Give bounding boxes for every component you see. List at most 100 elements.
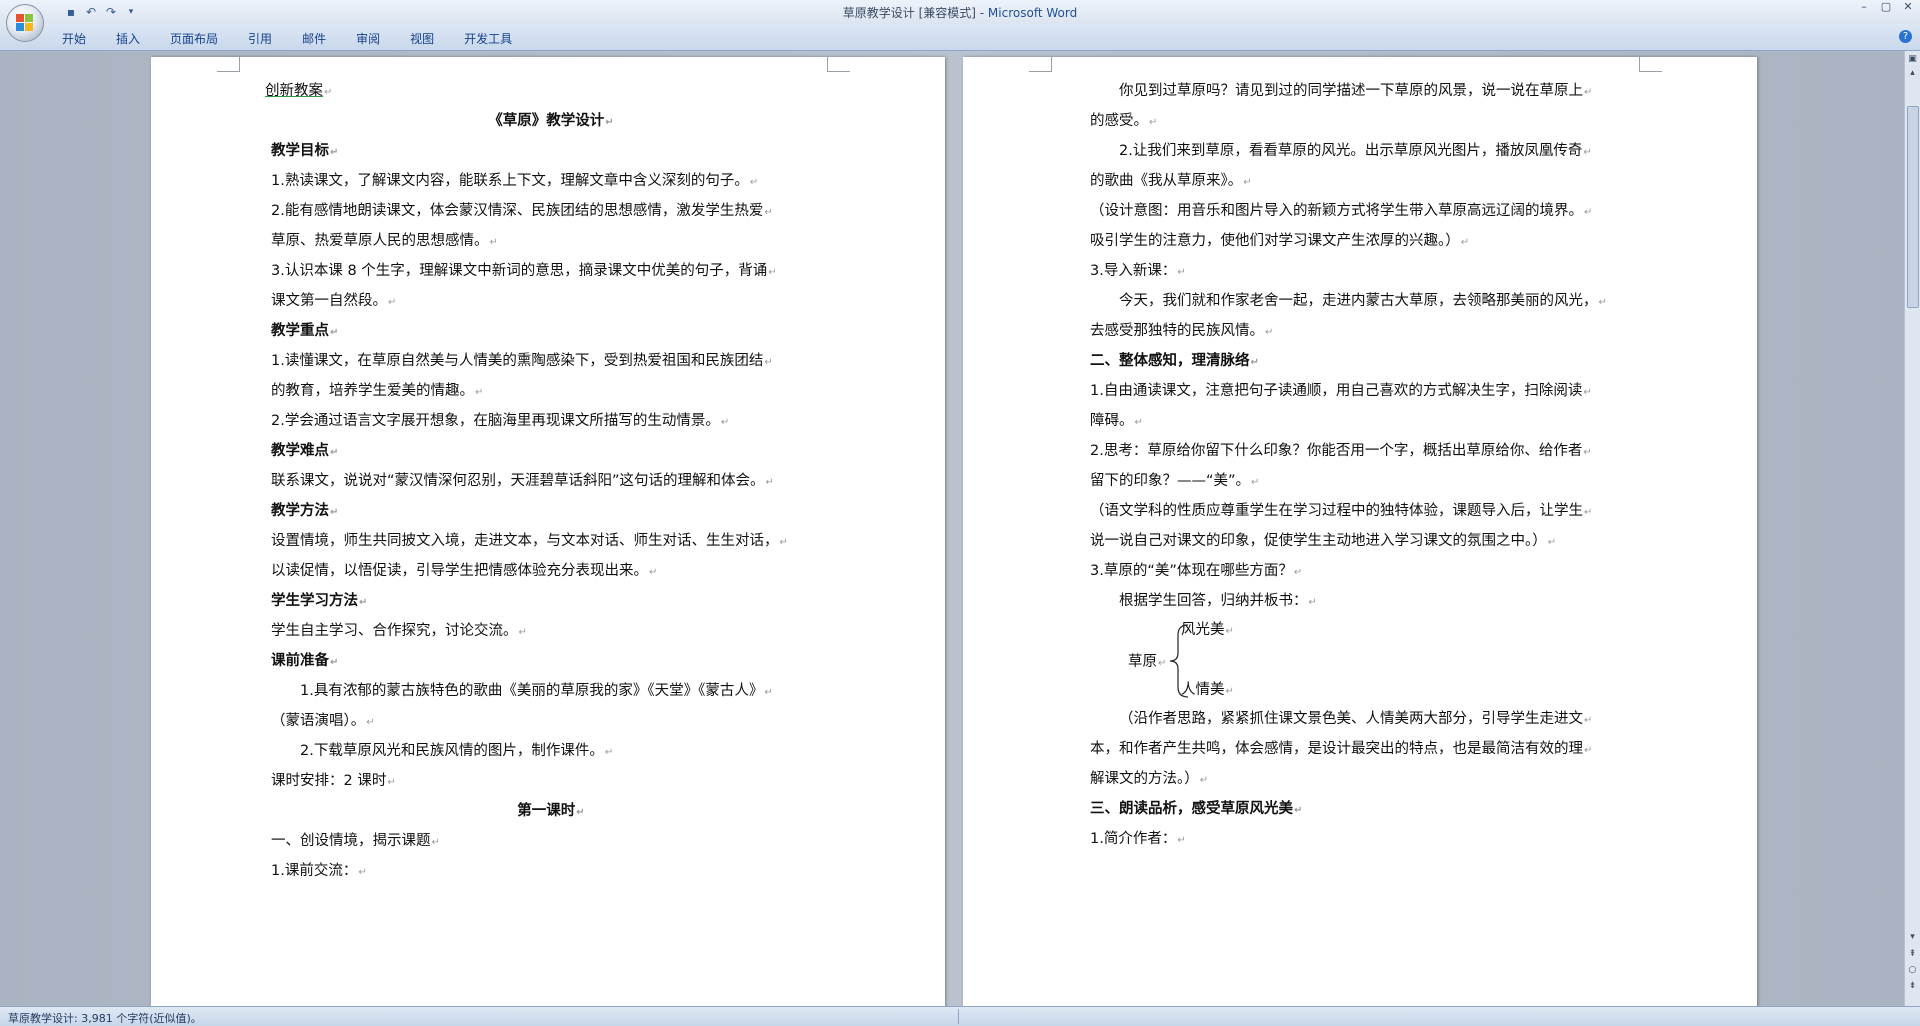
page-right[interactable]: 你见到过草原吗？请见到过的同学描述一下草原的风景，说一说在草原上↵ 的感受。↵ 2.…: [963, 57, 1757, 1006]
paragraph-mark-icon: ↵: [1583, 447, 1592, 458]
paragraph-line: 课前准备↵: [271, 647, 831, 677]
app-name: Microsoft Word: [987, 6, 1078, 20]
line-text: 吸引学生的注意力，使他们对学习课文产生浓厚的兴趣。）: [1090, 233, 1460, 249]
paragraph-mark-icon: ↵: [768, 267, 777, 278]
vertical-scrollbar[interactable]: ▣ ▴ ▾ ⇞ ○ ⇟: [1904, 51, 1920, 1006]
browse-object-icon[interactable]: ○: [1906, 964, 1919, 977]
document-title: 草原教学设计 [兼容模式] -: [842, 6, 988, 20]
paragraph-mark-icon: ↵: [518, 627, 527, 638]
margin-corner-mark: [1639, 57, 1662, 72]
paragraph-mark-icon: ↵: [1584, 507, 1593, 518]
minimize-button[interactable]: –: [1856, 0, 1872, 14]
line-text: 3.草原的“美”体现在哪些方面？: [1090, 563, 1293, 579]
line-text: 教学目标: [271, 143, 329, 159]
paragraph-line: 说一说自己对课文的印象，促使学生主动地进入学习课文的氛围之中。）↵: [1090, 527, 1640, 557]
paragraph-mark-icon: ↵: [330, 147, 339, 158]
paragraph-line: 教学难点↵: [271, 437, 831, 467]
scroll-up-icon[interactable]: ▴: [1906, 67, 1919, 80]
paragraph-mark-icon: ↵: [1177, 267, 1186, 278]
line-text: 学生学习方法: [271, 593, 358, 609]
line-text: 教学难点: [271, 443, 329, 459]
paragraph-line: 解课文的方法。）↵: [1090, 765, 1640, 795]
paragraph-line: 2.让我们来到草原，看看草原的风光。出示草原风光图片，播放凤凰传奇↵: [1090, 137, 1640, 167]
paragraph-mark-icon: ↵: [1251, 477, 1260, 488]
page-left[interactable]: 创新教案↵ 《草原》教学设计↵ 教学目标↵ 1.熟读课文，了解课文内容，能联系上下文，…: [151, 57, 945, 1006]
line-text: 根据学生回答，归纳并板书：: [1119, 593, 1308, 609]
paragraph-line: 教学目标↵: [271, 137, 831, 167]
line-text: 1.熟读课文，了解课文内容，能联系上下文，理解文章中含义深刻的句子。: [271, 173, 749, 189]
paragraph-mark-icon: ↵: [366, 717, 375, 728]
line-text: 1.读懂课文，在草原自然美与人情美的熏陶感染下，受到热爱祖国和民族团结: [271, 353, 764, 369]
tab-insert[interactable]: 插入: [104, 28, 152, 49]
tab-home[interactable]: 开始: [50, 28, 98, 49]
maximize-button[interactable]: ▢: [1878, 0, 1894, 14]
paragraph-line: 1.读懂课文，在草原自然美与人情美的熏陶感染下，受到热爱祖国和民族团结↵: [271, 347, 831, 377]
office-logo-icon: [16, 14, 34, 32]
paragraph-line: 2.思考：草原给你留下什么印象？你能否用一个字，概括出草原给你、给作者↵: [1090, 437, 1640, 467]
close-button[interactable]: ✕: [1900, 0, 1916, 14]
paragraph-mark-icon: ↵: [330, 447, 339, 458]
brace-diagram: 草原↵ 风光美↵ 人情美↵: [1090, 617, 1640, 705]
paragraph-line: 1.课前交流：↵: [271, 857, 831, 887]
paragraph-line: 三、朗读品析，感受草原风光美↵: [1090, 795, 1640, 825]
margin-corner-mark: [1029, 57, 1052, 72]
margin-corner-mark: [217, 57, 240, 72]
document-area[interactable]: 创新教案↵ 《草原》教学设计↵ 教学目标↵ 1.熟读课文，了解课文内容，能联系上下文，…: [0, 51, 1905, 1006]
paragraph-mark-icon: ↵: [330, 327, 339, 338]
paragraph-mark-icon: ↵: [1265, 327, 1274, 338]
paragraph-mark-icon: ↵: [1250, 357, 1259, 368]
line-text: 三、朗读品析，感受草原风光美: [1090, 801, 1293, 817]
line-text: 教学重点: [271, 323, 329, 339]
window-title: 草原教学设计 [兼容模式] - Microsoft Word: [0, 4, 1920, 21]
tab-mailings[interactable]: 邮件: [290, 28, 338, 49]
paragraph-line: 的歌曲《我从草原来》。↵: [1090, 167, 1640, 197]
tab-page-layout[interactable]: 页面布局: [158, 28, 230, 49]
help-icon[interactable]: ?: [1899, 30, 1912, 43]
tab-developer[interactable]: 开发工具: [452, 28, 524, 49]
paragraph-mark-icon: ↵: [576, 807, 585, 818]
paragraph-line: 留下的印象？——“美”。↵: [1090, 467, 1640, 497]
paragraph-mark-icon: ↵: [1293, 567, 1303, 578]
ruler-toggle-icon[interactable]: ▣: [1906, 53, 1919, 66]
paragraph-mark-icon: ↵: [431, 837, 440, 848]
line-text: 1.课前交流：: [271, 863, 358, 879]
paragraph-line: 的感受。↵: [1090, 107, 1640, 137]
paragraph-line: 本，和作者产生共鸣，体会感情，是设计最突出的特点，也是最简洁有效的理↵: [1090, 735, 1640, 765]
tab-view[interactable]: 视图: [398, 28, 446, 49]
line-text: 3.导入新课：: [1090, 263, 1177, 279]
paragraph-mark-icon: ↵: [605, 117, 614, 128]
diagram-root-label: 草原↵: [1128, 654, 1167, 670]
line-text: 障碍。: [1090, 413, 1134, 429]
line-text: 课时安排：2 课时: [271, 773, 387, 789]
paragraph-line: 第一课时↵: [271, 797, 831, 827]
paragraph-line: （沿作者思路，紧紧抓住课文景色美、人情美两大部分，引导学生走进文↵: [1090, 705, 1640, 735]
paragraph-mark-icon: ↵: [388, 297, 397, 308]
next-page-icon[interactable]: ⇟: [1906, 980, 1919, 993]
paragraph-line: 去感受那独特的民族风情。↵: [1090, 317, 1640, 347]
previous-page-icon[interactable]: ⇞: [1906, 948, 1919, 961]
paragraph-mark-icon: ↵: [324, 87, 333, 98]
tab-references[interactable]: 引用: [236, 28, 284, 49]
paragraph-mark-icon: ↵: [330, 657, 339, 668]
line-text: 2.能有感情地朗读课文，体会蒙汉情深、民族团结的思想感情，激发学生热爱: [271, 203, 764, 219]
paragraph-mark-icon: ↵: [1598, 297, 1607, 308]
paragraph-line: 课文第一自然段。↵: [271, 287, 831, 317]
scroll-down-icon[interactable]: ▾: [1906, 931, 1919, 944]
paragraph-mark-icon: ↵: [764, 357, 773, 368]
paragraph-mark-icon: ↵: [475, 387, 484, 398]
line-text: （蒙语演唱）。: [271, 713, 366, 729]
paragraph-mark-icon: ↵: [764, 687, 773, 698]
line-text: 今天，我们就和作家老舍一起，走进内蒙古大草原，去领略那美丽的风光，: [1119, 293, 1598, 309]
paragraph-mark-icon: ↵: [359, 597, 368, 608]
scroll-thumb[interactable]: [1907, 106, 1919, 308]
office-button[interactable]: [6, 4, 44, 42]
tab-review[interactable]: 审阅: [344, 28, 392, 49]
line-text: 学生自主学习、合作探究，讨论交流。: [271, 623, 518, 639]
word-count-status[interactable]: 草原教学设计: 3,981 个字符(近似值)。: [8, 1010, 202, 1026]
paragraph-line: 草原、热爱草原人民的思想感情。↵: [271, 227, 831, 257]
line-text: 创新教案: [265, 83, 323, 99]
paragraph-line: 1.具有浓郁的蒙古族特色的歌曲《美丽的草原我的家》《天堂》《蒙古人》↵: [271, 677, 831, 707]
line-text: 一、创设情境，揭示课题: [271, 833, 431, 849]
line-text: 3.认识本课 8 个生字，理解课文中新词的意思，摘录课文中优美的句子，背诵: [271, 263, 768, 279]
paragraph-mark-icon: ↵: [1584, 715, 1593, 726]
